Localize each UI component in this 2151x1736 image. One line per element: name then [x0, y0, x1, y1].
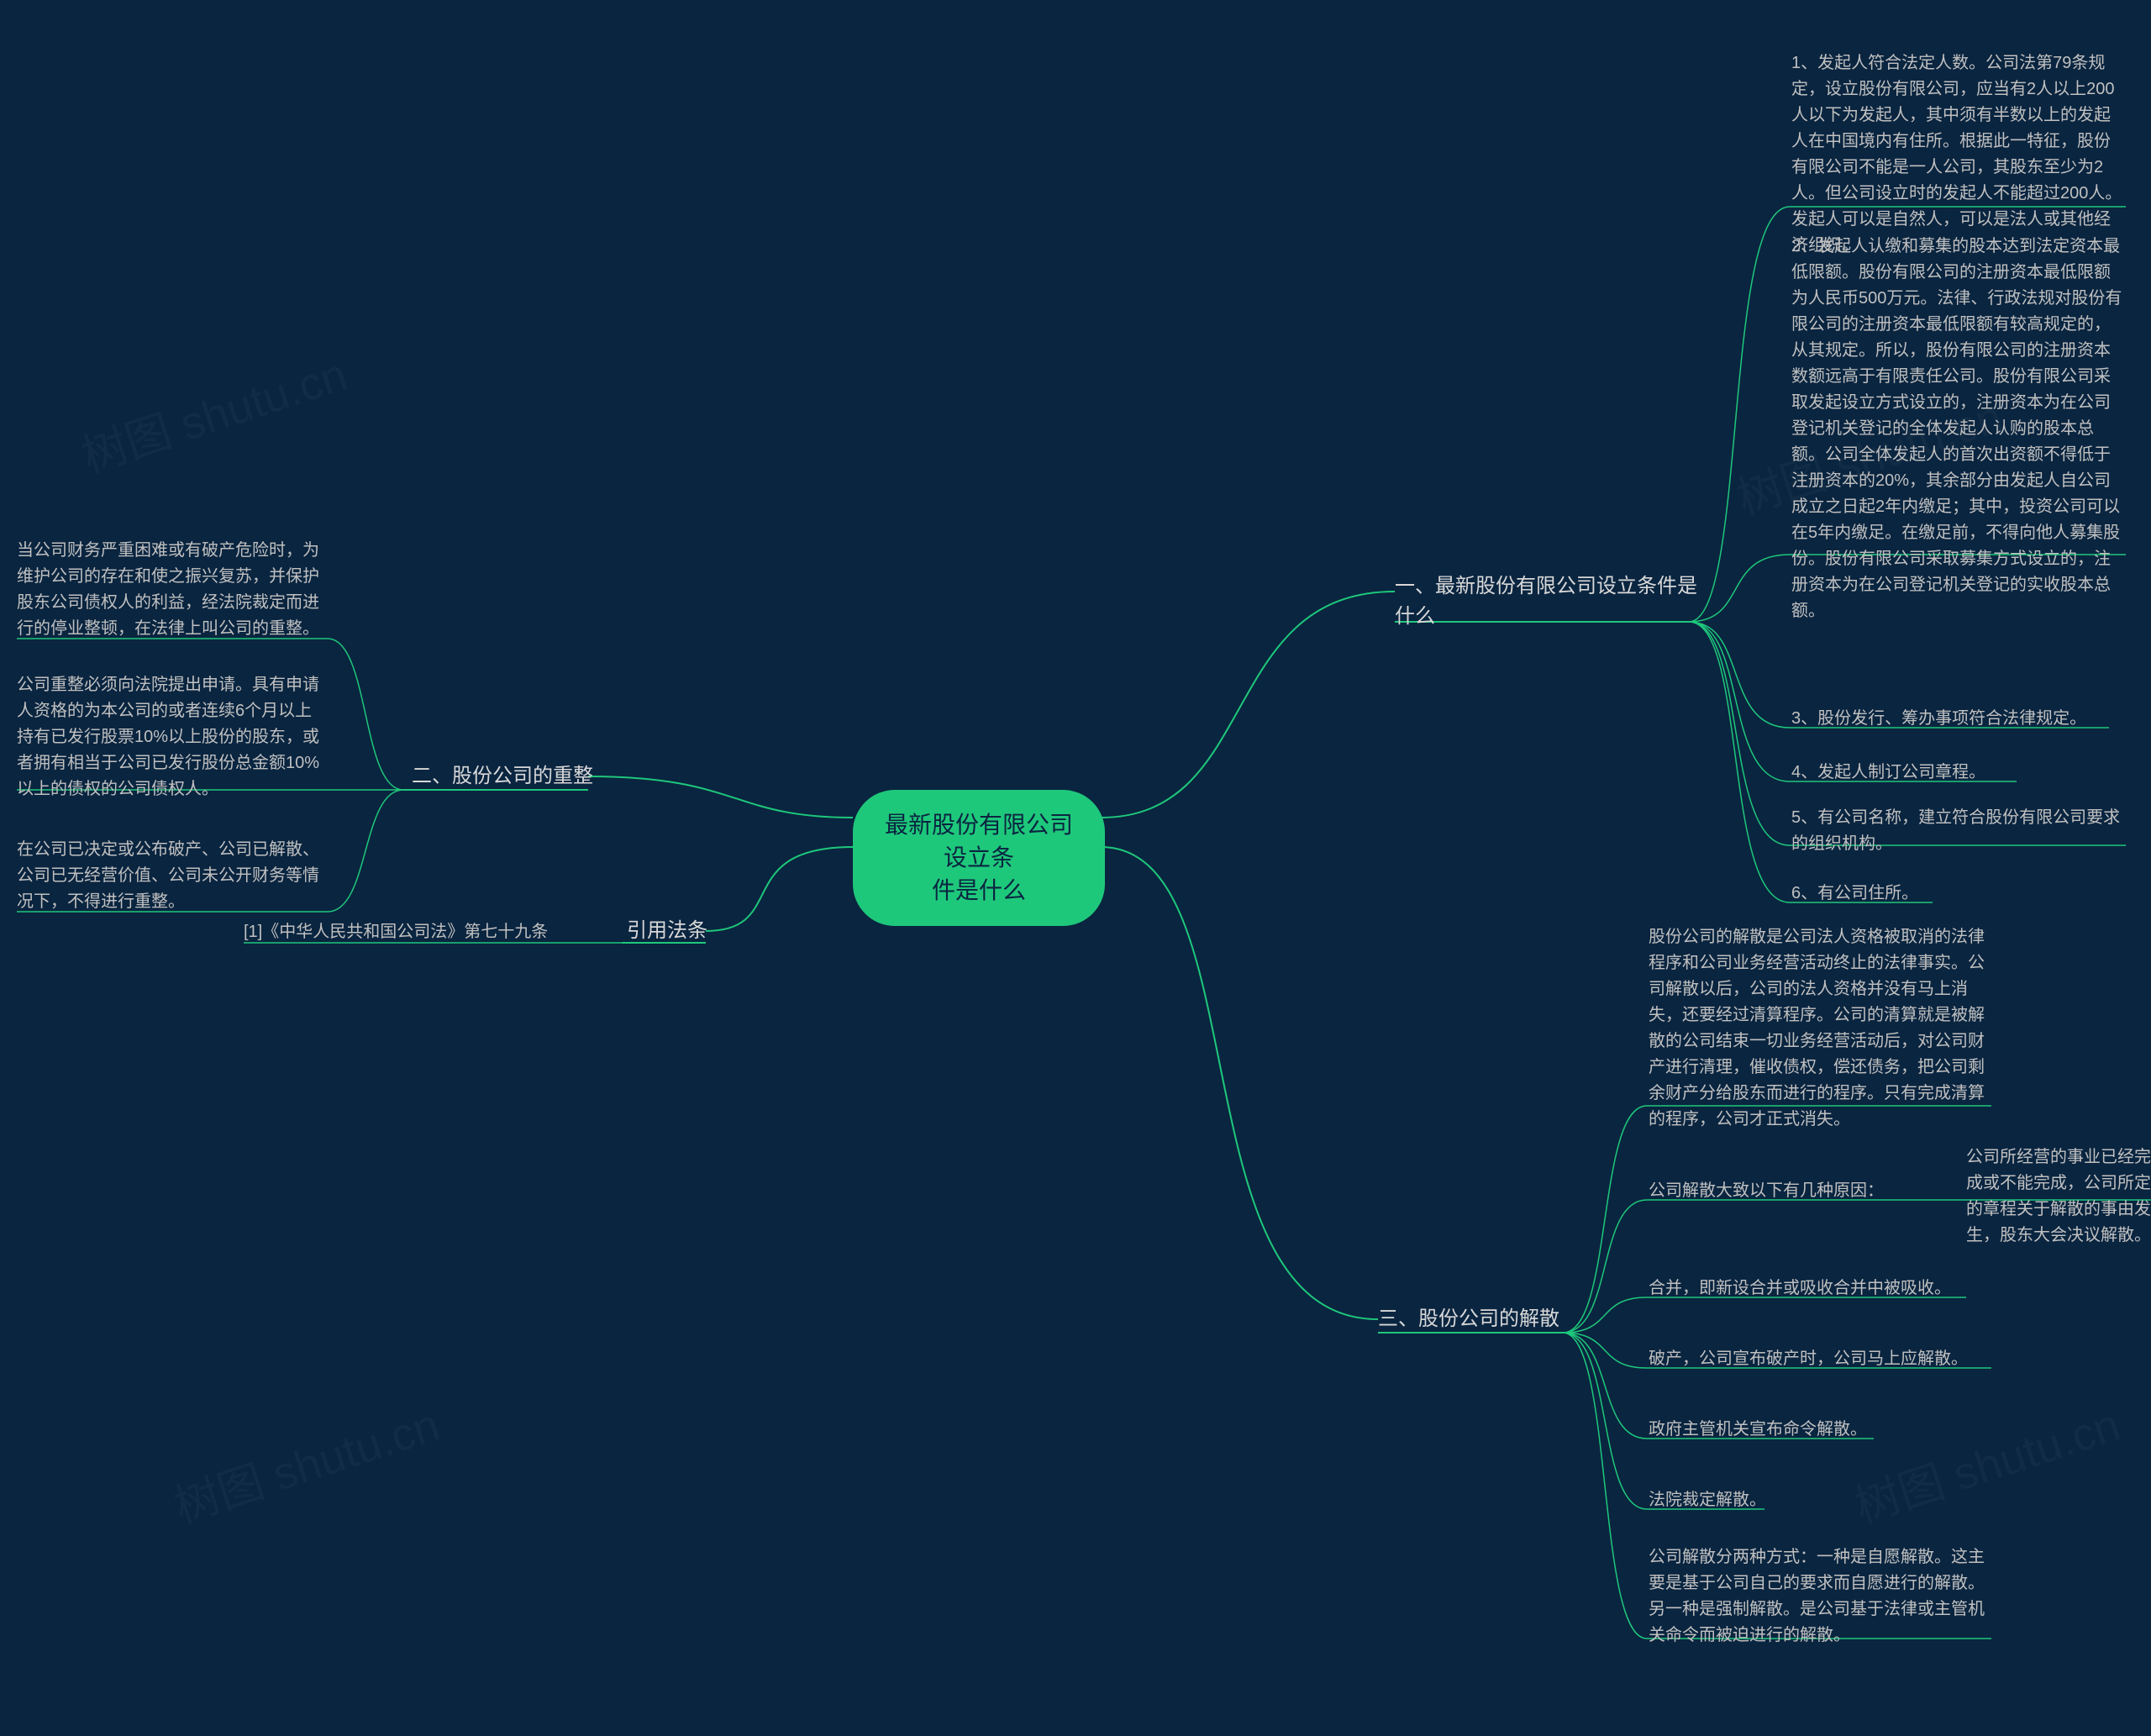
watermark: 树图 shutu.cn: [72, 337, 355, 485]
node-section-2[interactable]: 二、股份公司的重整: [412, 761, 593, 792]
leaf-1-1[interactable]: 1、发起人符合法定人数。公司法第79条规定，设立股份有限公司，应当有2人以上20…: [1791, 50, 2126, 259]
leaf-3-6[interactable]: 法院裁定解散。: [1649, 1487, 1766, 1513]
leaf-1-4[interactable]: 4、发起人制订公司章程。: [1791, 760, 1985, 786]
node-section-4[interactable]: 引用法条: [627, 916, 707, 946]
leaf-3-3[interactable]: 合并，即新设合并或吸收合并中被吸收。: [1649, 1276, 1976, 1302]
leaf-2-1[interactable]: 当公司财务严重困难或有破产危险时，为维护公司的存在和使之振兴复苏，并保护股东公司…: [17, 538, 328, 642]
leaf-1-2[interactable]: 2、发起人认缴和募集的股本达到法定资本最低限额。股份有限公司的注册资本最低限额为…: [1791, 234, 2126, 624]
leaf-3-2-sub[interactable]: 公司所经营的事业已经完成或不能完成，公司所定的章程关于解散的事由发生，股东大会决…: [1966, 1144, 2151, 1249]
leaf-2-3[interactable]: 在公司已决定或公布破产、公司已解散、公司已无经营价值、公司未公开财务等情况下，不…: [17, 837, 328, 915]
central-node[interactable]: 最新股份有限公司设立条 件是什么: [853, 790, 1105, 926]
leaf-3-5[interactable]: 政府主管机关宣布命令解散。: [1649, 1417, 1867, 1443]
leaf-2-2[interactable]: 公司重整必须向法院提出申请。具有申请人资格的为本公司的或者连续6个月以上持有已发…: [17, 672, 328, 802]
node-section-3[interactable]: 三、股份公司的解散: [1378, 1304, 1559, 1334]
leaf-3-1[interactable]: 股份公司的解散是公司法人资格被取消的法律程序和公司业务经营活动终止的法律事实。公…: [1649, 924, 1985, 1133]
watermark: 树图 shutu.cn: [1845, 1387, 2127, 1535]
node-section-1[interactable]: 一、最新股份有限公司设立条件是 什么: [1395, 571, 1697, 632]
central-label: 最新股份有限公司设立条 件是什么: [885, 812, 1073, 903]
watermark: 树图 shutu.cn: [165, 1387, 447, 1535]
leaf-3-2[interactable]: 公司解散大致以下有几种原因：: [1649, 1178, 1884, 1204]
leaf-1-6[interactable]: 6、有公司住所。: [1791, 881, 1918, 907]
leaf-1-5[interactable]: 5、有公司名称，建立符合股份有限公司要求的组织机构。: [1791, 805, 2127, 857]
leaf-3-4[interactable]: 破产，公司宣布破产时，公司马上应解散。: [1649, 1346, 1993, 1372]
leaf-3-7[interactable]: 公司解散分两种方式：一种是自愿解散。这主要是基于公司自己的要求而自愿进行的解散。…: [1649, 1544, 1985, 1649]
leaf-1-3[interactable]: 3、股份发行、筹办事项符合法律规定。: [1791, 706, 2119, 732]
leaf-4-1[interactable]: [1]《中华人民共和国公司法》第七十九条: [244, 919, 548, 945]
